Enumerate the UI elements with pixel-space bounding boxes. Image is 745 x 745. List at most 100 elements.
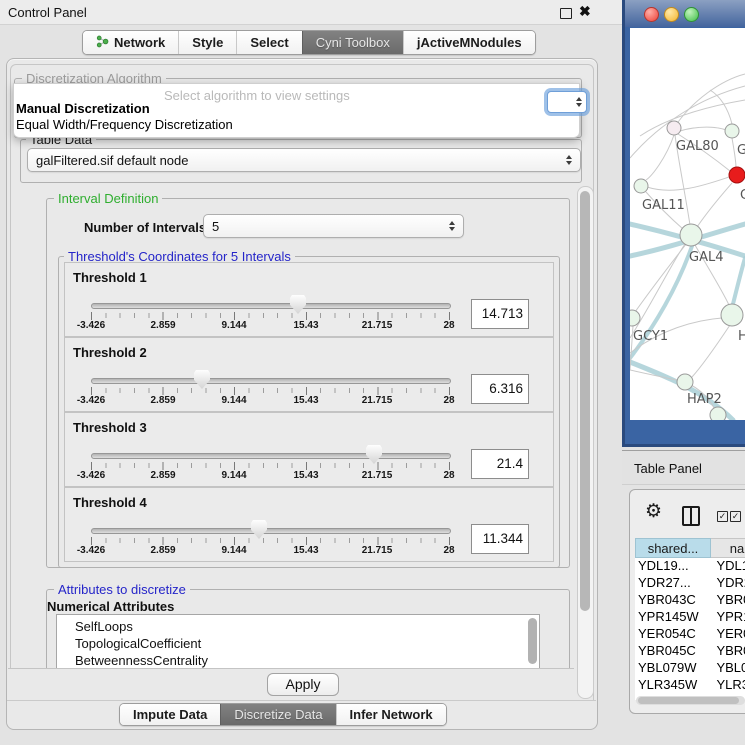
table-row[interactable]: YDR27...YDR2 (635, 575, 745, 592)
node-label[interactable]: GAL80 (676, 139, 719, 154)
tick-label: 2.859 (150, 395, 175, 406)
tab-discretize-data[interactable]: Discretize Data (220, 704, 335, 725)
table-rows[interactable]: YDL19...YDL1 YDR27...YDR2 YBR043CYBR0 YP… (635, 558, 745, 700)
combo-stepper-icon (566, 155, 572, 165)
popup-option-manual-discretization[interactable]: Manual Discretization (16, 101, 150, 116)
algorithm-dropdown-popup: Select algorithm to view settings Manual… (13, 83, 580, 138)
table-hscrollbar-thumb[interactable] (638, 697, 739, 704)
settings-scrollbar-thumb[interactable] (580, 191, 590, 611)
threshold-slider-track[interactable] (91, 453, 451, 459)
cyni-mode-tabs: Impute Data Discretize Data Infer Networ… (119, 703, 447, 726)
threshold-label: Threshold 3 (73, 420, 147, 435)
threshold-value-field[interactable]: 11.344 (471, 524, 529, 554)
threshold-slider-track[interactable] (91, 378, 451, 384)
network-node[interactable] (634, 179, 648, 193)
network-node-selected[interactable] (729, 167, 745, 183)
popup-option-equal-width-frequency[interactable]: Equal Width/Frequency Discretization (16, 117, 233, 132)
table-row[interactable]: YPR145WYPR1 (635, 609, 745, 626)
network-node[interactable] (721, 304, 743, 326)
column-header-name[interactable]: name (711, 538, 745, 558)
table-data-combo-value: galFiltered.sif default node (36, 153, 566, 168)
network-view-window[interactable]: GAL80 GA GAL11 C GAL4 GCY1 H HAP2 (622, 0, 745, 447)
numerical-attributes-list[interactable]: SelfLoops TopologicalCoefficient Between… (56, 614, 540, 670)
algorithm-combo-focus-ring[interactable] (547, 91, 587, 113)
tab-cyni-toolbox[interactable]: Cyni Toolbox (302, 31, 403, 54)
close-panel-button[interactable]: ✖ (579, 3, 591, 20)
column-layout-icon[interactable] (682, 506, 700, 526)
network-node[interactable] (680, 224, 702, 246)
threshold-slider-track[interactable] (91, 528, 451, 534)
number-of-intervals-combo[interactable]: 5 (203, 214, 464, 238)
network-node[interactable] (667, 121, 681, 135)
tick-label: 28 (443, 545, 454, 556)
tick-label: 15.43 (293, 395, 318, 406)
list-scrollbar-thumb[interactable] (528, 618, 537, 664)
tab-infer-network[interactable]: Infer Network (336, 704, 446, 725)
interval-definition-group-label: Interval Definition (54, 191, 162, 206)
tab-jactivemnodules[interactable]: jActiveMNodules (403, 31, 535, 54)
table-row[interactable]: YBR043CYBR0 (635, 592, 745, 609)
tick-label: -3.426 (77, 470, 105, 481)
network-node[interactable] (725, 124, 739, 138)
checkbox-icon[interactable]: ✓ (717, 511, 728, 522)
threshold-value-field[interactable]: 21.4 (471, 449, 529, 479)
zoom-window-icon[interactable] (684, 7, 699, 22)
list-item[interactable]: TopologicalCoefficient (57, 635, 539, 652)
network-node[interactable] (710, 407, 726, 420)
number-of-intervals-value: 5 (212, 219, 449, 234)
table-data-combo[interactable]: galFiltered.sif default node (27, 148, 581, 172)
threshold-4-panel: Threshold 4 -3.426 2.859 9.144 15.43 21.… (64, 487, 554, 562)
apply-button[interactable]: Apply (267, 673, 339, 696)
node-label[interactable]: H (738, 329, 745, 344)
numerical-attributes-header: Numerical Attributes (47, 599, 174, 614)
node-label[interactable]: GAL4 (689, 250, 723, 265)
tick-label: -3.426 (77, 395, 105, 406)
threshold-value-field[interactable]: 14.713 (471, 299, 529, 329)
threshold-slider-track[interactable] (91, 303, 451, 309)
threshold-1-panel: Threshold 1 -3.426 2.859 9.144 15.43 21.… (64, 262, 554, 337)
table-panel-title: Table Panel (634, 461, 702, 476)
table-row[interactable]: YBL079WYBL0 (635, 660, 745, 677)
list-item[interactable]: BetweennessCentrality (57, 652, 539, 669)
column-header-shared-name[interactable]: shared... (635, 538, 711, 558)
tick-label: 15.43 (293, 470, 318, 481)
table-row[interactable]: YER054CYER0 (635, 626, 745, 643)
node-label[interactable]: C (740, 188, 745, 203)
control-panel-tabs: Network Style Select Cyni Toolbox jActiv… (82, 30, 536, 55)
network-node[interactable] (677, 374, 693, 390)
tick-label: 21.715 (362, 395, 393, 406)
node-label[interactable]: HAP2 (687, 392, 722, 407)
gear-icon[interactable]: ⚙ (645, 502, 662, 521)
apply-row: Apply (8, 668, 574, 700)
minimize-window-icon[interactable] (664, 7, 679, 22)
network-icon (96, 35, 109, 51)
close-window-icon[interactable] (644, 7, 659, 22)
table-row[interactable]: YBR045CYBR0 (635, 643, 745, 660)
tick-label: 21.715 (362, 470, 393, 481)
threshold-2-panel: Threshold 2 -3.426 2.859 9.144 15.43 21.… (64, 337, 554, 412)
checkbox-icon[interactable]: ✓ (730, 511, 741, 522)
threshold-label: Threshold 2 (73, 345, 147, 360)
slider-major-ticks (91, 537, 450, 545)
table-row[interactable]: YLR345WYLR3 (635, 677, 745, 694)
tick-label: 2.859 (150, 545, 175, 556)
threshold-value-field[interactable]: 6.316 (471, 374, 529, 404)
tab-network[interactable]: Network (83, 31, 178, 54)
node-label[interactable]: GAL11 (642, 198, 685, 213)
node-label[interactable]: GA (737, 143, 745, 158)
tick-label: 21.715 (362, 320, 393, 331)
table-row[interactable]: YDL19...YDL1 (635, 558, 745, 575)
tab-select[interactable]: Select (236, 31, 301, 54)
tick-label: -3.426 (77, 320, 105, 331)
tab-style[interactable]: Style (178, 31, 236, 54)
network-canvas[interactable]: GAL80 GA GAL11 C GAL4 GCY1 H HAP2 (630, 28, 745, 420)
tick-label: 28 (443, 395, 454, 406)
network-window-titlebar[interactable] (625, 0, 745, 27)
table-hscrollbar-track[interactable] (636, 696, 745, 705)
float-window-button[interactable] (560, 8, 572, 19)
list-item[interactable]: SelfLoops (57, 615, 539, 635)
node-label[interactable]: GCY1 (633, 329, 668, 344)
tick-label: 28 (443, 320, 454, 331)
tab-impute-data[interactable]: Impute Data (120, 704, 220, 725)
tab-network-label: Network (114, 35, 165, 50)
